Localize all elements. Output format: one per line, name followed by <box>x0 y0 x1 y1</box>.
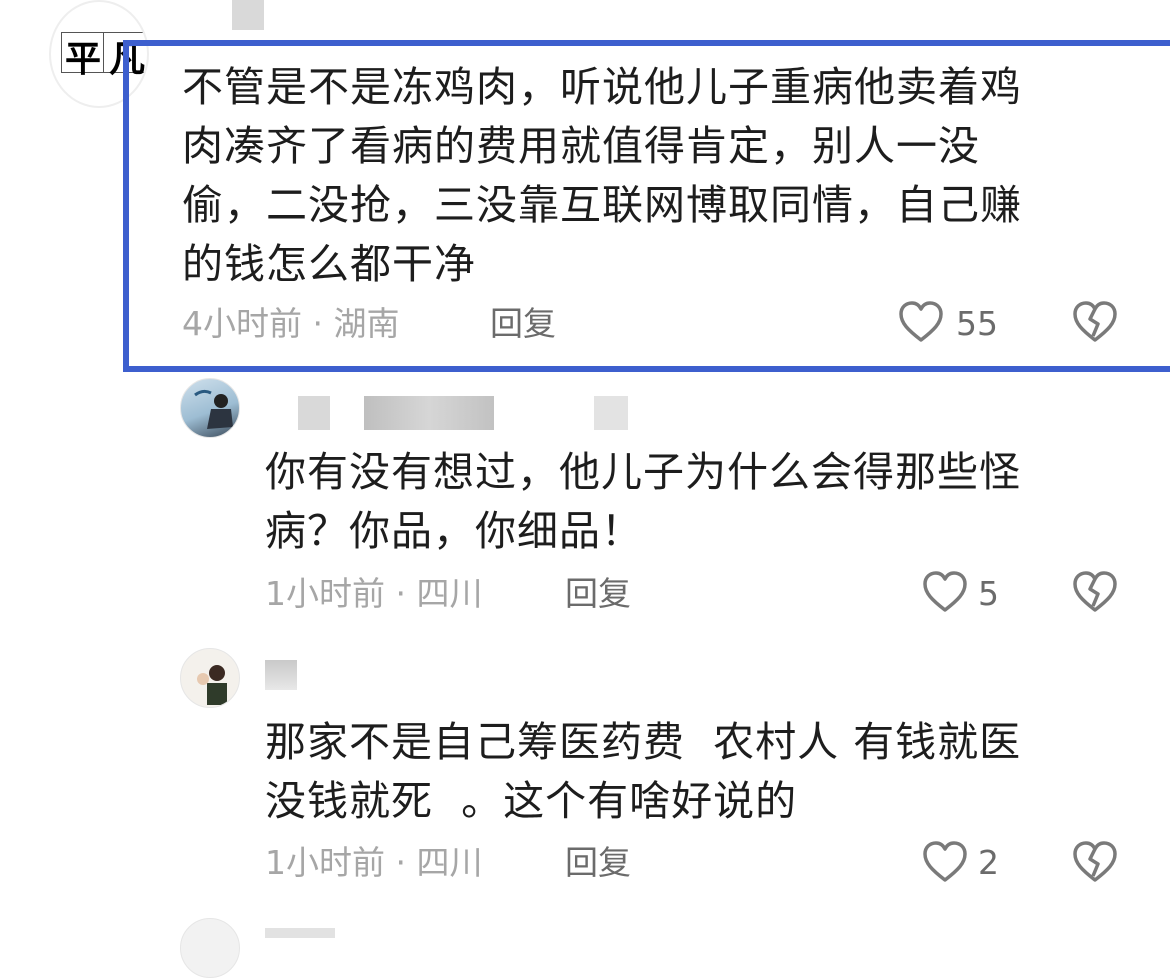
heart-outline-icon[interactable] <box>898 300 944 344</box>
reply-button[interactable]: 回复 <box>490 304 556 344</box>
comment-line: 你有没有想过，他儿子为什么会得那些怪 <box>265 448 1021 496</box>
like-count: 5 <box>978 574 999 613</box>
username-blurred[interactable] <box>594 396 628 430</box>
username-blurred[interactable] <box>364 396 494 430</box>
username-blurred[interactable] <box>265 928 335 938</box>
comment-body: 你有没有想过，他儿子为什么会得那些怪 病？你品，你细品！ <box>265 443 1115 561</box>
comment-meta: 4小时前 · 湖南 <box>182 304 400 343</box>
comment-meta: 1小时前 · 四川 <box>265 843 483 882</box>
broken-heart-icon[interactable] <box>1072 840 1118 884</box>
broken-heart-icon[interactable] <box>1072 570 1118 614</box>
username-blurred[interactable] <box>232 0 264 30</box>
avatar-char: 平 <box>65 38 102 80</box>
avatar[interactable] <box>180 648 240 708</box>
like-count: 2 <box>978 843 999 882</box>
reply-button[interactable]: 回复 <box>565 574 631 614</box>
avatar-figure-icon <box>197 665 227 705</box>
avatar[interactable] <box>180 378 240 438</box>
like-count: 55 <box>956 304 998 343</box>
heart-outline-icon[interactable] <box>922 570 968 614</box>
comment-line: 病？你品，你细品！ <box>265 507 643 555</box>
heart-outline-icon[interactable] <box>922 840 968 884</box>
reply-button[interactable]: 回复 <box>565 843 631 883</box>
broken-heart-icon[interactable] <box>1072 300 1118 344</box>
username-blurred[interactable] <box>298 396 330 430</box>
username-blurred[interactable] <box>265 660 297 690</box>
comment-line: 的钱怎么都干净 <box>182 240 476 288</box>
comment-line: 那家不是自己筹医药费 农村人 有钱就医 <box>265 718 1022 766</box>
avatar-figure-icon <box>194 389 233 429</box>
comment-line: 肉凑齐了看病的费用就值得肯定，别人一没 <box>182 122 980 170</box>
comment-line: 不管是不是冻鸡肉，听说他儿子重病他卖着鸡 <box>182 63 1022 111</box>
comment-line: 没钱就死 。这个有啥好说的 <box>265 777 798 825</box>
avatar[interactable] <box>180 918 240 978</box>
comment-line: 偷，二没抢，三没靠互联网博取同情，自己赚 <box>182 181 1022 229</box>
comment-body: 不管是不是冻鸡肉，听说他儿子重病他卖着鸡 肉凑齐了看病的费用就值得肯定，别人一没… <box>182 58 1112 294</box>
comment-body: 那家不是自己筹医药费 农村人 有钱就医 没钱就死 。这个有啥好说的 <box>265 713 1115 831</box>
comment-meta: 1小时前 · 四川 <box>265 574 483 613</box>
